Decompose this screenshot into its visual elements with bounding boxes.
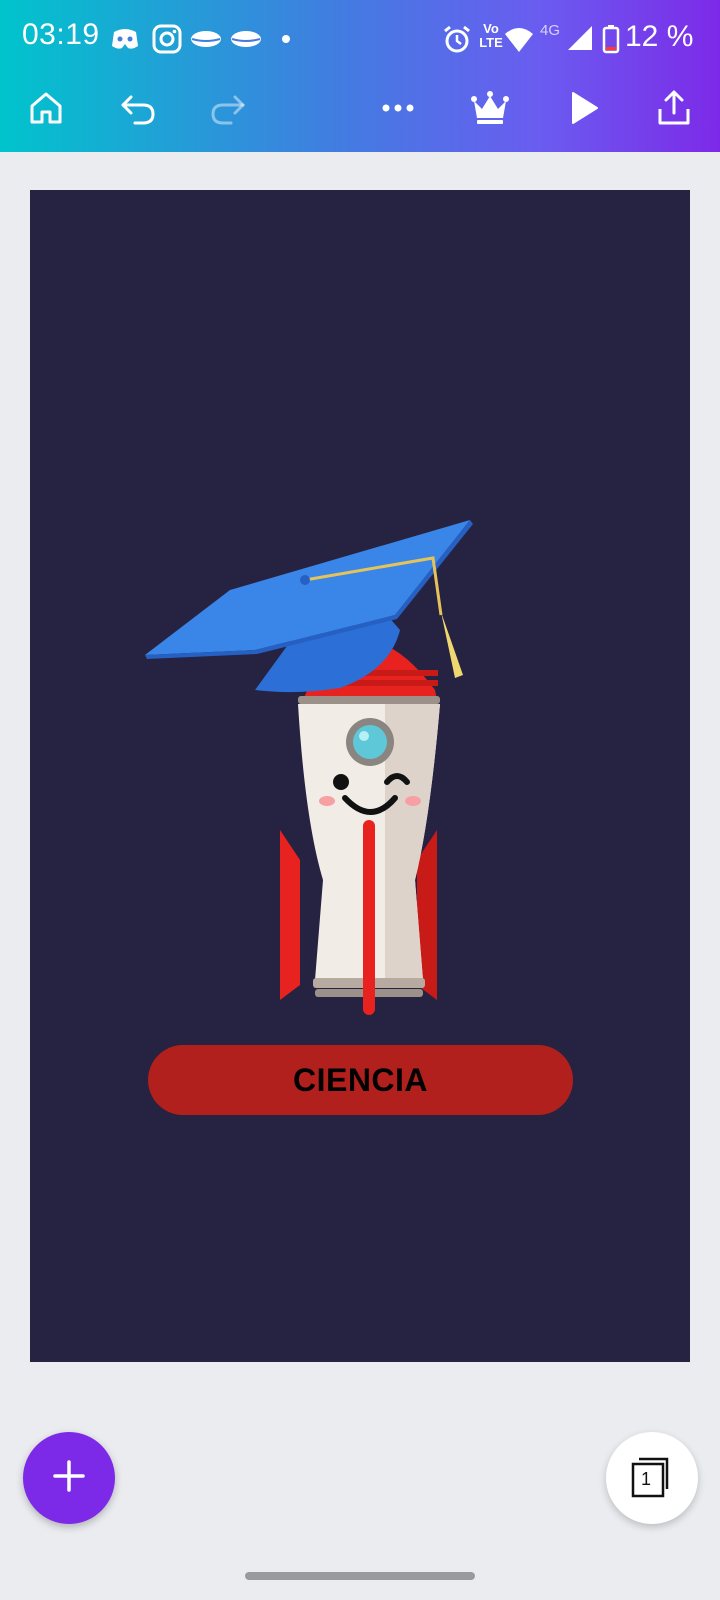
more-icon	[378, 88, 418, 133]
rocket-graduation-illustration[interactable]	[145, 520, 505, 1045]
premium-button[interactable]	[462, 82, 518, 138]
ciencia-label[interactable]: CIENCIA	[148, 1045, 573, 1115]
alarm-icon	[440, 22, 474, 56]
more-button[interactable]	[370, 82, 426, 138]
lips-icon	[228, 22, 264, 56]
instagram-icon	[150, 22, 184, 56]
undo-icon	[117, 87, 159, 134]
signal-icon	[564, 22, 598, 56]
home-icon	[26, 88, 66, 133]
share-icon	[653, 87, 695, 134]
redo-icon	[207, 87, 249, 134]
network-type: 4G	[540, 22, 561, 39]
redo-button[interactable]	[200, 82, 256, 138]
page-count: 1	[640, 1469, 651, 1489]
crown-icon	[469, 87, 511, 134]
status-time: 03:19	[22, 18, 100, 51]
design-canvas[interactable]: CIENCIA	[30, 190, 690, 1362]
lips-icon	[188, 22, 224, 56]
top-app-bar: 03:19 Vo LTE 4G 12 %	[0, 0, 720, 152]
status-bar: 03:19 Vo LTE 4G 12 %	[0, 0, 720, 74]
battery-level: 12 %	[625, 20, 694, 53]
add-element-button[interactable]	[23, 1432, 115, 1524]
home-indicator[interactable]	[245, 1572, 475, 1580]
battery-icon	[600, 22, 622, 56]
undo-button[interactable]	[110, 82, 166, 138]
discord-icon	[108, 22, 142, 56]
home-button[interactable]	[18, 82, 74, 138]
share-button[interactable]	[646, 82, 702, 138]
present-button[interactable]	[555, 82, 611, 138]
plus-icon	[49, 1456, 89, 1501]
pages-button[interactable]: 1	[606, 1432, 698, 1524]
play-icon	[563, 88, 603, 133]
wifi-icon	[502, 22, 536, 56]
editor-toolbar	[0, 74, 720, 152]
dot-icon	[276, 22, 296, 56]
